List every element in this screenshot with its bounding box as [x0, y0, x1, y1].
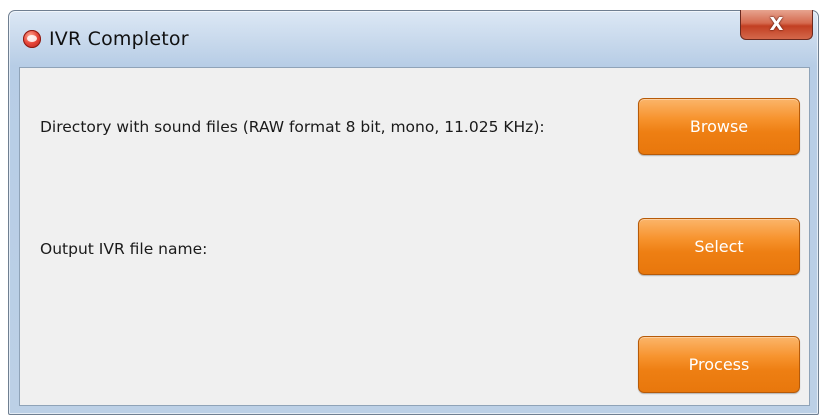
process-button[interactable]: Process: [638, 336, 800, 393]
window-title: IVR Completor: [49, 28, 189, 50]
close-icon: X: [769, 14, 784, 35]
app-icon: [23, 30, 41, 48]
directory-label: Directory with sound files (RAW format 8…: [40, 118, 545, 136]
title-bar[interactable]: IVR Completor X: [9, 10, 818, 61]
output-file-label: Output IVR file name:: [40, 240, 208, 258]
close-button[interactable]: X: [740, 10, 813, 40]
select-button[interactable]: Select: [638, 218, 800, 275]
dialog-content: Directory with sound files (RAW format 8…: [19, 67, 810, 406]
ivr-completor-window: IVR Completor X Directory with sound fil…: [8, 10, 819, 415]
browse-button[interactable]: Browse: [638, 98, 800, 155]
